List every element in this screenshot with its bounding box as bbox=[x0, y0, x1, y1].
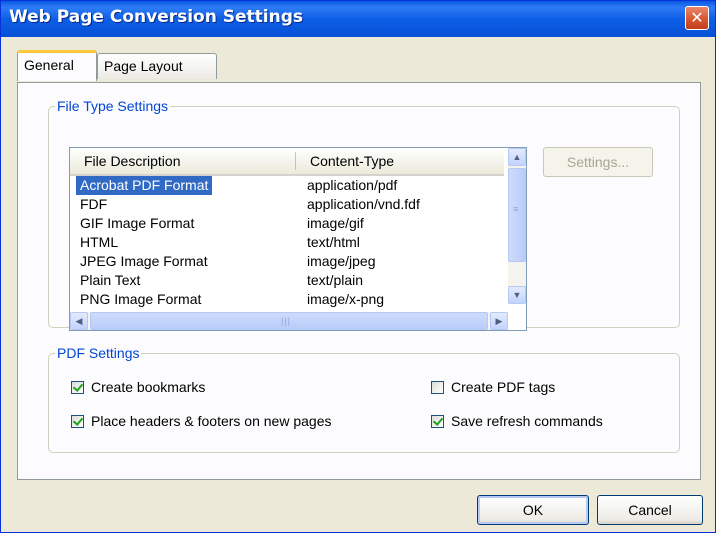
chevron-left-icon: ◀ bbox=[75, 316, 83, 326]
ok-button[interactable]: OK bbox=[477, 495, 589, 525]
scroll-right-button[interactable]: ▶ bbox=[490, 312, 508, 330]
chevron-right-icon: ▶ bbox=[495, 316, 503, 326]
file-type-settings-group: File Type Settings File Description Cont… bbox=[48, 98, 680, 331]
file-description: Acrobat PDF Format bbox=[76, 176, 213, 195]
file-description: GIF Image Format bbox=[80, 215, 195, 231]
place-headers-footers-label: Place headers & footers on new pages bbox=[91, 413, 332, 429]
column-divider[interactable] bbox=[295, 152, 296, 170]
column-header-content-type[interactable]: Content-Type bbox=[310, 153, 394, 169]
chevron-up-icon: ▲ bbox=[512, 152, 522, 162]
save-refresh-commands-label: Save refresh commands bbox=[451, 413, 603, 429]
dialog-title: Web Page Conversion Settings bbox=[9, 7, 303, 27]
close-button[interactable]: ✕ bbox=[685, 6, 709, 30]
checkbox-checked-icon[interactable] bbox=[71, 415, 84, 428]
pdf-settings-group: PDF Settings Create bookmarks Place head… bbox=[48, 345, 680, 453]
list-item[interactable]: JPEG Image Format image/jpeg bbox=[70, 252, 504, 271]
scroll-up-button[interactable]: ▲ bbox=[508, 148, 526, 166]
list-item[interactable]: Plain Text text/plain bbox=[70, 271, 504, 290]
content-type: text/html bbox=[307, 234, 360, 250]
vertical-scroll-thumb[interactable]: ≡ bbox=[508, 168, 526, 262]
file-type-list[interactable]: File Description Content-Type Acrobat PD… bbox=[69, 147, 527, 331]
title-bar[interactable]: Web Page Conversion Settings ✕ bbox=[1, 1, 715, 37]
horizontal-scrollbar[interactable]: ◀ ||| ▶ bbox=[70, 312, 508, 330]
cancel-button[interactable]: Cancel bbox=[597, 495, 703, 525]
vertical-scrollbar[interactable]: ▲ ≡ ▼ bbox=[508, 148, 526, 304]
file-description: FDF bbox=[80, 196, 108, 212]
pdf-settings-legend: PDF Settings bbox=[57, 345, 140, 361]
horizontal-scroll-thumb[interactable]: ||| bbox=[90, 312, 488, 330]
list-item[interactable]: FDF application/vnd.fdf bbox=[70, 195, 504, 214]
list-rows: Acrobat PDF Format application/pdf FDF app… bbox=[70, 176, 504, 309]
content-type: text/plain bbox=[307, 272, 364, 288]
file-description: HTML bbox=[80, 234, 119, 250]
create-bookmarks-label: Create bookmarks bbox=[91, 379, 206, 395]
list-item[interactable]: PNG Image Format image/x-png bbox=[70, 290, 504, 309]
settings-button[interactable]: Settings... bbox=[543, 147, 653, 177]
tab-general[interactable]: General bbox=[17, 50, 97, 81]
content-type: application/vnd.fdf bbox=[307, 196, 420, 212]
general-tab-panel: File Type Settings File Description Cont… bbox=[17, 82, 701, 480]
checkbox-checked-icon[interactable] bbox=[431, 415, 444, 428]
conversion-settings-dialog: Web Page Conversion Settings ✕ General P… bbox=[0, 0, 716, 533]
list-item[interactable]: HTML text/html bbox=[70, 233, 504, 252]
file-description: Plain Text bbox=[80, 272, 141, 288]
scroll-left-button[interactable]: ◀ bbox=[70, 312, 88, 330]
column-header-file-description[interactable]: File Description bbox=[84, 153, 180, 169]
checkbox-checked-icon[interactable] bbox=[71, 381, 84, 394]
content-type: image/gif bbox=[307, 215, 364, 231]
chevron-down-icon: ▼ bbox=[512, 290, 522, 300]
list-header: File Description Content-Type bbox=[70, 148, 504, 176]
file-type-settings-legend: File Type Settings bbox=[57, 98, 169, 114]
close-icon: ✕ bbox=[690, 8, 704, 27]
tab-page-layout[interactable]: Page Layout bbox=[97, 53, 217, 79]
checkbox-unchecked-icon[interactable] bbox=[431, 381, 444, 394]
create-pdf-tags-label: Create PDF tags bbox=[451, 379, 556, 395]
list-item[interactable]: Acrobat PDF Format application/pdf bbox=[70, 176, 504, 195]
content-type: application/pdf bbox=[307, 177, 398, 193]
scroll-down-button[interactable]: ▼ bbox=[508, 286, 526, 304]
list-item[interactable]: GIF Image Format image/gif bbox=[70, 214, 504, 233]
file-description: PNG Image Format bbox=[80, 291, 202, 307]
grip-icon: ||| bbox=[281, 316, 292, 326]
content-type: image/x-png bbox=[307, 291, 385, 307]
grip-icon: ≡ bbox=[513, 204, 520, 214]
file-description: JPEG Image Format bbox=[80, 253, 208, 269]
content-type: image/jpeg bbox=[307, 253, 376, 269]
